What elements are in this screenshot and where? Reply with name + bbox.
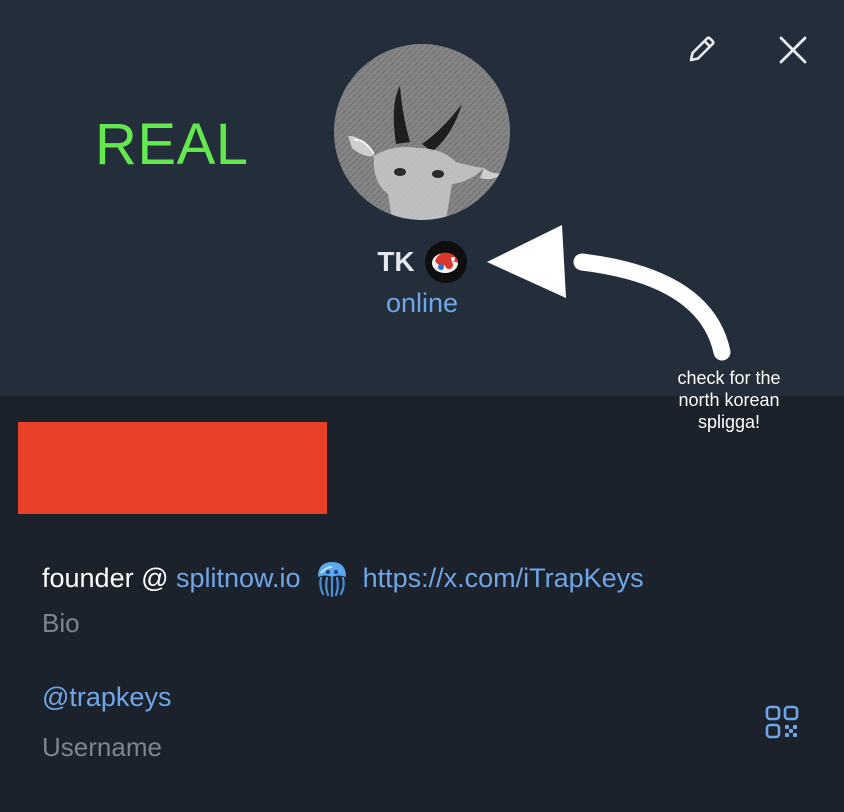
bio-text-prefix: founder @	[42, 562, 176, 593]
bio-caption: Bio	[42, 608, 80, 638]
real-overlay-label: REAL	[95, 112, 249, 177]
bio-value: founder @ splitnow.io https://x.com/iTra…	[42, 558, 644, 598]
red-creature-emoji-icon[interactable]	[424, 241, 467, 283]
profile-panel: REAL TK online check for the north korea…	[0, 0, 844, 812]
pencil-icon	[689, 36, 715, 62]
close-button[interactable]	[771, 28, 815, 72]
annotation-line-3: spligga!	[697, 412, 761, 432]
jellyfish-emoji-icon	[315, 559, 349, 598]
annotation-arrow	[487, 225, 731, 361]
username-caption: Username	[42, 732, 162, 762]
qr-code-icon	[765, 705, 799, 739]
annotation-line-2: north korean	[678, 390, 780, 410]
goat-avatar-image	[334, 44, 510, 220]
edit-button[interactable]	[679, 28, 723, 72]
username-value[interactable]: @trapkeys	[42, 682, 171, 713]
qr-code-button[interactable]	[760, 700, 804, 744]
close-icon	[779, 36, 807, 64]
bio-link-splitnow[interactable]: splitnow.io	[176, 563, 301, 594]
annotation-text: check for the north korean spligga!	[654, 367, 804, 433]
bio-link-x[interactable]: https://x.com/iTrapKeys	[363, 563, 644, 594]
redaction-block	[18, 422, 327, 514]
annotation-line-1: check for the	[677, 368, 781, 388]
profile-name: TK	[377, 246, 415, 277]
profile-avatar[interactable]	[334, 44, 510, 220]
